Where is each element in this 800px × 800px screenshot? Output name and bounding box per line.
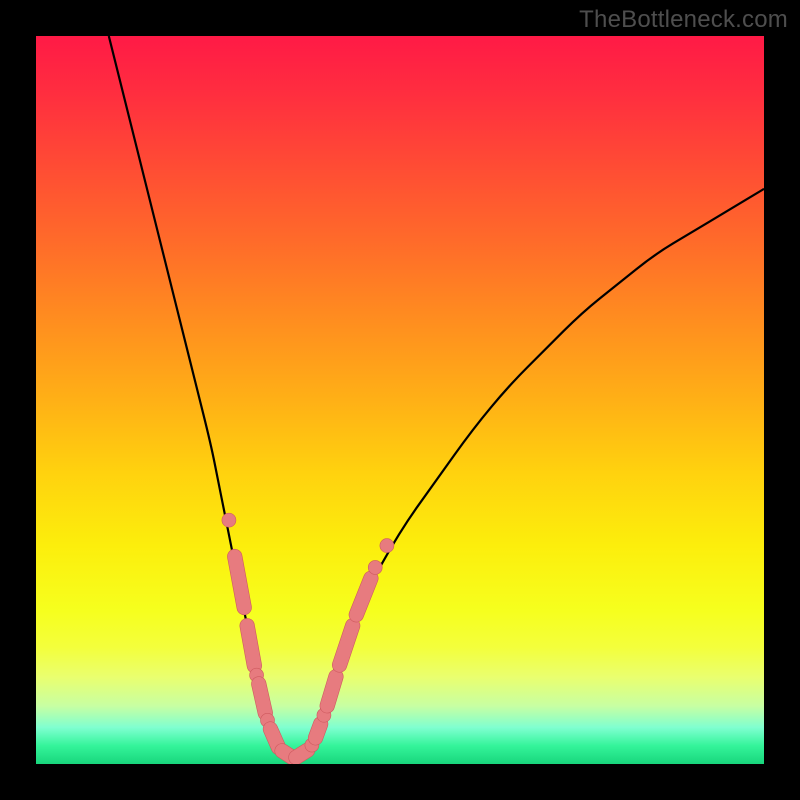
curve-marker-pill [327, 677, 336, 706]
curve-markers [222, 513, 394, 757]
bottleneck-curve-path [109, 36, 764, 757]
curve-marker-pill [270, 729, 278, 747]
curve-marker-dot [368, 560, 382, 574]
curve-marker-dot [380, 539, 394, 553]
curve-marker-pill [247, 626, 254, 666]
curve-marker-pill [316, 724, 321, 738]
curve-marker-pill [340, 626, 353, 665]
curve-marker-pill [259, 684, 266, 713]
curve-marker-pill [296, 750, 308, 757]
watermark-text: TheBottleneck.com [579, 6, 788, 34]
chart-frame: TheBottleneck.com [0, 0, 800, 800]
curve-marker-pill [356, 578, 371, 614]
curve-marker-pill [235, 557, 244, 608]
bottleneck-curve-svg [36, 36, 764, 764]
plot-area [36, 36, 764, 764]
curve-marker-dot [222, 513, 236, 527]
